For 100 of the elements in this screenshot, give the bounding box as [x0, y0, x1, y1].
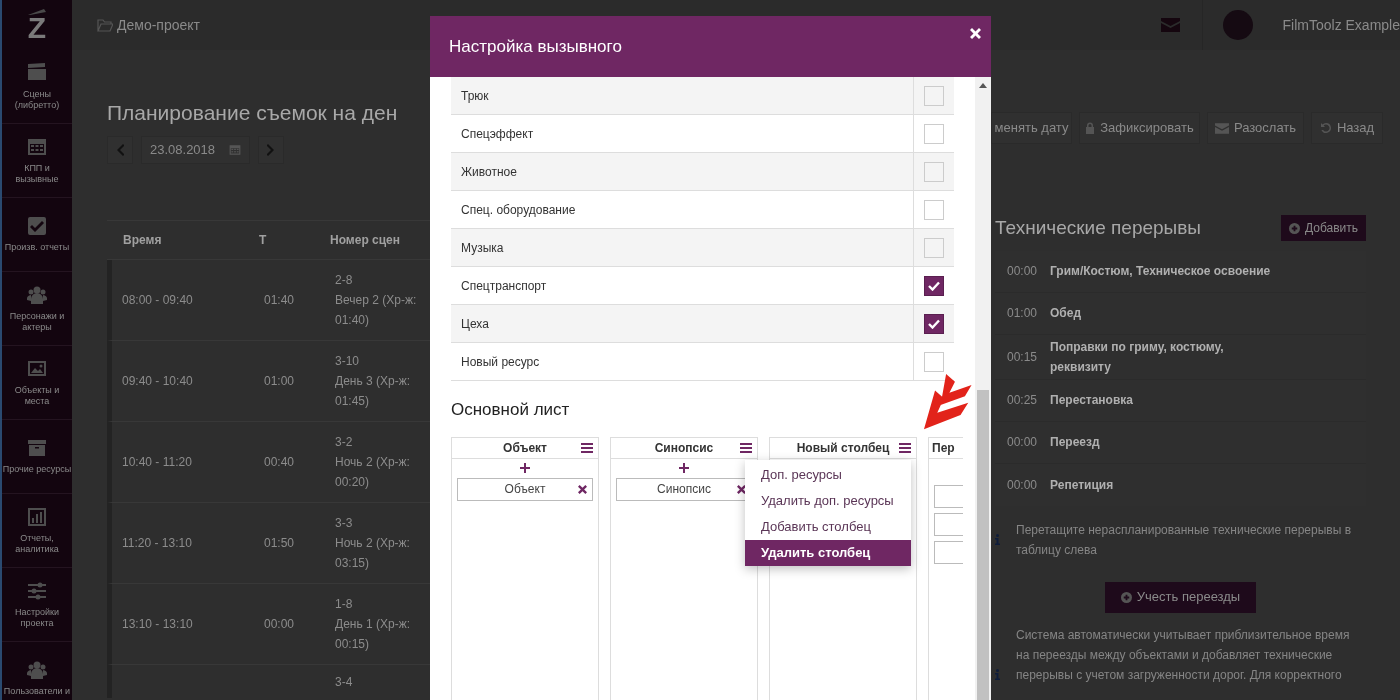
column-title: Объект [503, 439, 547, 457]
panel-title: Технические перерывы [995, 216, 1201, 240]
resource-label: Музыка [460, 239, 505, 257]
resource-label: Трюк [460, 87, 490, 105]
hint-text: Перетащите нераспланированные технические перерывы в таблицу слева [1016, 521, 1353, 559]
menu-item[interactable]: Удалить столбец [745, 540, 911, 566]
table-cell-text: 3-3 Ночь 2 (Хр-ж: 03:15) [335, 515, 411, 572]
resource-label: Спецтранспорт [460, 277, 548, 295]
info-icon [995, 534, 1000, 545]
column-title: Пер [932, 439, 955, 457]
column-header[interactable]: Время [107, 231, 257, 249]
menu-icon[interactable] [740, 442, 752, 453]
chevron-right-icon [267, 144, 275, 156]
user-name[interactable]: FilmToolz Example [1282, 14, 1400, 36]
table-cell-text: 1-8 День 1 (Хр-ж: 00:15) [335, 596, 412, 653]
break-item[interactable]: 01:00 Обед [995, 292, 1366, 335]
checkbox[interactable] [924, 313, 944, 334]
sidebar-item[interactable]: Прочие ресурсы [2, 420, 72, 494]
sidebar-item[interactable]: Персонажи и актеры [2, 272, 72, 346]
table-cell-text: 3-10 День 3 (Хр-ж: 01:45) [335, 353, 412, 410]
calendar-icon [229, 144, 241, 156]
break-item[interactable]: 00:15 Поправки по гриму, костюму, реквизиту [995, 334, 1366, 380]
people-icon [27, 660, 47, 681]
break-item[interactable]: 00:00 Репетиция [995, 463, 1366, 506]
plus-icon[interactable] [679, 462, 689, 473]
envelope-icon [1214, 122, 1229, 134]
info-icon [995, 668, 1000, 680]
sidebar-item[interactable]: Отчеты, аналитика [2, 494, 72, 568]
project-title[interactable]: Демо-проект [117, 14, 200, 36]
resource-label: Спец. оборудование [460, 201, 577, 219]
menu-icon[interactable] [581, 442, 593, 453]
remove-icon[interactable] [737, 484, 746, 494]
table-cell-text: 3-2 Ночь 2 (Хр-ж: 00:20) [335, 434, 411, 491]
add-button[interactable]: Добавить [1280, 215, 1366, 242]
column-title: Новый столбец [796, 439, 890, 457]
column-header[interactable]: Т [257, 231, 330, 249]
clapper-stripe-icon [28, 9, 46, 15]
note-text: Система автоматически учитывает приблизительное время на переезды между объектами и добавляет технические перерывы с учетом загруженности дорог. Для корректного [1016, 626, 1351, 684]
prev-button[interactable] [107, 136, 133, 164]
checkmark-icon [928, 280, 940, 291]
close-icon[interactable] [970, 28, 981, 39]
date-field[interactable]: 23.08.2018 [141, 136, 250, 164]
logo: Z [27, 15, 47, 41]
action-button[interactable]: Зафиксировать [1079, 112, 1200, 144]
break-item[interactable]: 00:25 Перестановка [995, 379, 1366, 422]
sidebar-item[interactable]: Настройки проекта [2, 568, 72, 642]
field-chip[interactable]: Объект [457, 477, 593, 501]
section-title: Основной лист [451, 399, 571, 421]
checkbox-icon [27, 216, 47, 237]
table-cell-text: 01:50 [263, 535, 296, 552]
table-cell-text: 01:40 [263, 292, 296, 309]
resource-label: Спецэффект [460, 125, 535, 143]
sidebar-item[interactable]: Пользователи и [2, 642, 72, 700]
people-icon [27, 285, 47, 306]
calendar-icon [27, 137, 47, 158]
plus-circle-icon [1120, 591, 1132, 603]
menu-icon[interactable] [899, 442, 911, 453]
resource-label: Новый ресурс [460, 353, 541, 371]
resource-label: Животное [460, 163, 518, 181]
table-cell-text: 00:00 [263, 616, 296, 633]
action-button[interactable]: менять дату [991, 112, 1072, 144]
account-moves-button[interactable]: Учесть переезды [1104, 581, 1257, 613]
table-cell-text: 10:40 - 11:20 [121, 454, 193, 471]
checkbox[interactable] [924, 275, 944, 296]
page-title: Планирование съемок на ден [107, 100, 399, 126]
action-button[interactable]: Назад [1311, 112, 1383, 144]
column-title: Синопсис [654, 439, 714, 457]
scroll-up-icon[interactable] [979, 83, 987, 88]
resource-label: Цеха [460, 315, 490, 333]
sidebar-item[interactable]: Произв. отчеты [2, 198, 72, 272]
sliders-icon [27, 581, 47, 602]
remove-icon[interactable] [578, 484, 587, 494]
next-button[interactable] [258, 136, 284, 164]
checkmark-icon [928, 318, 940, 329]
plus-icon[interactable] [520, 462, 530, 473]
break-item[interactable]: 00:00 Грим/Костюм, Техническое освоение [995, 250, 1366, 293]
table-cell-text: 2-8 Вечер 2 (Хр-ж: 01:40) [335, 272, 418, 329]
sidebar-item[interactable]: Объекты и места [2, 346, 72, 420]
undo-icon [1319, 122, 1332, 134]
scrollbar[interactable] [975, 77, 991, 700]
avatar[interactable] [1222, 10, 1253, 40]
plus-circle-icon [1288, 222, 1300, 234]
table-cell-text: 3-4 [335, 673, 354, 691]
archive-box-icon [27, 438, 47, 459]
menu-item[interactable]: Добавить столбец [745, 514, 911, 540]
dialog-title: Настройка вызывного [449, 35, 622, 58]
action-button[interactable]: Разослать [1207, 112, 1304, 144]
break-item[interactable]: 00:00 Переезд [995, 421, 1366, 464]
table-cell-text: 01:00 [263, 373, 296, 390]
table-cell-text: 11:20 - 13:10 [121, 535, 193, 552]
lock-icon [1085, 122, 1096, 134]
folder-icon [97, 18, 113, 32]
bar-chart-icon [27, 507, 47, 528]
table-cell-text: 09:40 - 10:40 [121, 373, 194, 390]
sidebar-item[interactable]: КПП и вызывные [2, 124, 72, 198]
table-cell-text: 00:40 [263, 454, 296, 471]
chevron-left-icon [116, 144, 124, 156]
column-header[interactable]: Номер сцен [330, 230, 425, 250]
envelope-icon[interactable] [1160, 18, 1180, 32]
sidebar-item[interactable]: Сцены (либретто) [2, 50, 72, 124]
